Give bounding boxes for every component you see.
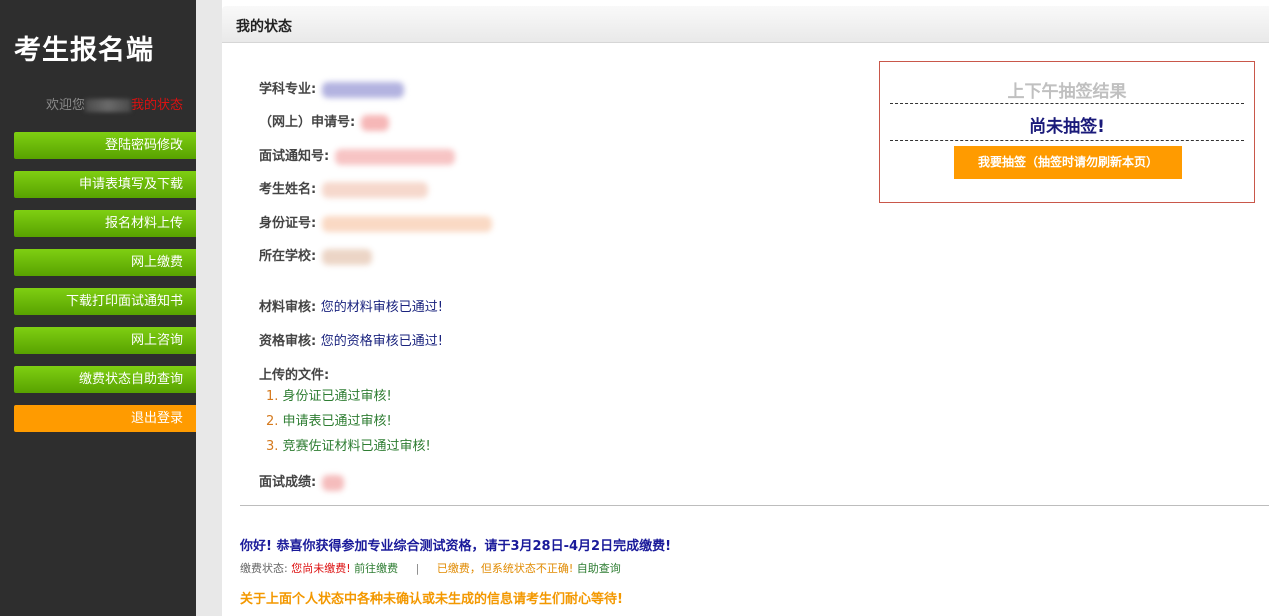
field-id-number: 身份证号: [259,212,493,232]
sidebar-item-change-password[interactable]: 登陆密码修改 [14,132,196,159]
blurred-interview-no [335,148,456,165]
sidebar-item-application-form[interactable]: 申请表填写及下载 [14,171,196,198]
page-title: 我的状态 [236,19,292,35]
separator: | [415,562,420,575]
field-school-label: 所在学校: [259,249,317,264]
sidebar-item-payment-query[interactable]: 缴费状态自助查询 [14,366,196,393]
material-review-status: 您的材料审核已通过! [320,300,443,315]
field-id-label: 身份证号: [259,216,317,231]
field-application-no: （网上）申请号: [259,111,390,131]
lottery-result: 尚未抽签! [1029,117,1105,137]
payment-status-line: 缴费状态: 您尚未缴费! 前往缴费 | 已缴费，但系统状态不正确! 自助查询 [240,560,621,576]
draw-lottery-button[interactable]: 我要抽签（抽签时请勿刷新本页） [954,146,1182,179]
field-interview-no-label: 面试通知号: [259,149,330,164]
blurred-subject-value [322,81,405,98]
my-status-link[interactable]: 我的状态 [131,98,183,113]
sidebar-item-interview-notice[interactable]: 下载打印面试通知书 [14,288,196,315]
qualification-review-status: 您的资格审核已通过! [320,334,443,349]
list-item-number: 2. [266,414,279,429]
dashed-divider [890,103,1244,104]
field-material-label: 材料审核: [259,300,317,315]
field-name-label: 考生姓名: [259,182,317,197]
list-item-number: 1. [266,389,279,404]
notice-message: 关于上面个人状态中各种未确认或未生成的信息请考生们耐心等待! [240,592,623,607]
field-subject: 学科专业: [259,78,405,98]
payment-status-value: 您尚未缴费! [291,562,351,575]
congrats-message: 你好! 恭喜你获得参加专业综合测试资格，请于3月28日-4月2日完成缴费! [240,539,672,554]
list-item-text: 申请表已通过审核! [282,414,392,429]
blurred-id-number [322,215,493,232]
list-item-text: 身份证已通过审核! [282,389,392,404]
field-interview-score: 面试成绩: [259,471,345,491]
field-name: 考生姓名: [259,178,429,198]
lottery-title: 上下午抽签结果 [1007,82,1127,102]
welcome-line: 欢迎您 我的状态 [0,94,183,113]
sidebar-item-online-consult[interactable]: 网上咨询 [14,327,196,354]
go-pay-link[interactable]: 前往缴费 [354,562,398,575]
field-material-review: 材料审核: 您的材料审核已通过! [259,296,443,315]
list-item-text: 竞赛佐证材料已通过审核! [282,439,431,454]
dashed-divider [890,140,1244,141]
uploaded-files-title: 上传的文件: [259,368,330,383]
field-interview-no: 面试通知号: [259,145,456,165]
sidebar-nav: 登陆密码修改 申请表填写及下载 报名材料上传 网上缴费 下载打印面试通知书 网上… [14,132,196,444]
list-item: 2. 申请表已通过审核! [266,413,431,438]
list-item-number: 3. [266,439,279,454]
list-item: 3. 竞赛佐证材料已通过审核! [266,438,431,463]
lottery-panel: 上下午抽签结果 尚未抽签! 我要抽签（抽签时请勿刷新本页） [879,61,1255,203]
divider [240,505,1269,506]
blurred-score [322,474,345,491]
paid-but-incorrect-text: 已缴费，但系统状态不正确! [436,562,574,575]
field-application-no-label: （网上）申请号: [259,115,356,130]
main-panel: 我的状态 学科专业: （网上）申请号: 面试通知号: 考生姓名: 身份证号: 所… [222,0,1269,616]
blurred-application-no [361,114,390,131]
uploaded-files-list: 1. 身份证已通过审核! 2. 申请表已通过审核! 3. 竞赛佐证材料已通过审核… [266,388,431,463]
welcome-label: 欢迎您 [45,98,85,113]
field-score-label: 面试成绩: [259,475,317,490]
gutter [196,0,222,616]
field-subject-label: 学科专业: [259,82,317,97]
app-title: 考生报名端 [14,35,154,66]
self-query-link[interactable]: 自助查询 [577,562,621,575]
sidebar: 考生报名端 欢迎您 我的状态 登陆密码修改 申请表填写及下载 报名材料上传 网上缴… [0,0,196,616]
field-school: 所在学校: [259,245,373,265]
logout-button[interactable]: 退出登录 [14,405,196,432]
blurred-name [322,181,429,198]
list-item: 1. 身份证已通过审核! [266,388,431,413]
field-qualification-review: 资格审核: 您的资格审核已通过! [259,330,443,349]
sidebar-item-upload-materials[interactable]: 报名材料上传 [14,210,196,237]
blurred-school [322,248,373,265]
panel-header: 我的状态 [222,6,1269,43]
blurred-username [84,99,131,112]
field-qualification-label: 资格审核: [259,334,317,349]
sidebar-item-online-payment[interactable]: 网上缴费 [14,249,196,276]
payment-status-label: 缴费状态: [240,562,288,575]
